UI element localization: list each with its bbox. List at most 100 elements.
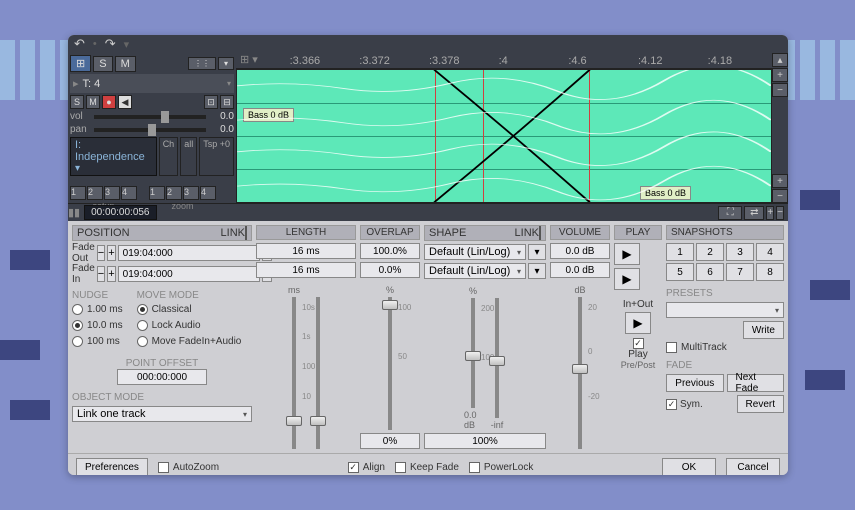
time-ruler[interactable]: ⊞ ▾ :3.366 :3.372 :3.378 :4 :4.6 :4.12 :… — [236, 53, 772, 69]
snapshot-4[interactable]: 4 — [756, 243, 784, 261]
down-icon[interactable]: ▾ — [218, 57, 234, 70]
snapshot-7[interactable]: 7 — [726, 263, 754, 281]
grid-icon[interactable]: ⊞ — [70, 55, 91, 72]
overlap-slider[interactable]: 100 50 — [388, 297, 392, 430]
presets-dropdown[interactable]: ▾ — [666, 302, 784, 318]
play-button-2[interactable]: ▶ — [614, 268, 640, 290]
setup-4[interactable]: 4 — [121, 186, 137, 200]
menu-icon[interactable]: ⋮⋮ — [188, 57, 216, 70]
ch-box[interactable]: Ch — [159, 137, 179, 176]
nudge-10ms[interactable] — [72, 320, 83, 331]
fadeout-input[interactable] — [118, 245, 260, 261]
volume-val2[interactable]: 0.0 dB — [550, 262, 610, 278]
shape-opt2[interactable]: ▾ — [528, 263, 546, 279]
bar-minus[interactable]: − — [776, 206, 784, 220]
volume-slider[interactable]: 20 0 -20 — [578, 297, 582, 449]
snapshot-8[interactable]: 8 — [756, 263, 784, 281]
shape-slider-1[interactable]: 200 100 — [471, 298, 475, 408]
multitrack-check[interactable] — [666, 342, 677, 353]
movemode-movefadein[interactable] — [137, 336, 148, 347]
wave-minus1[interactable]: − — [772, 83, 788, 97]
shape-link-toggle[interactable] — [539, 226, 541, 240]
fadein-input[interactable] — [118, 266, 260, 282]
overlap-pct[interactable]: 0% — [360, 433, 420, 449]
track-opt2[interactable]: ⊟ — [220, 95, 234, 109]
snapshot-1[interactable]: 1 — [666, 243, 694, 261]
autozoom-check[interactable] — [158, 462, 169, 473]
fadeout-plus[interactable]: + — [107, 245, 115, 261]
snapshot-5[interactable]: 5 — [666, 263, 694, 281]
snapshot-3[interactable]: 3 — [726, 243, 754, 261]
length-slider-2[interactable] — [316, 297, 320, 449]
track-record[interactable]: ● — [102, 95, 116, 109]
preset-combo[interactable]: I: Independence ▾ — [70, 137, 157, 176]
snapshot-6[interactable]: 6 — [696, 263, 724, 281]
all-box[interactable]: all — [180, 137, 197, 176]
setup-1[interactable]: 1 — [70, 186, 86, 200]
cancel-button[interactable]: Cancel — [726, 458, 780, 475]
movemode-label: MOVE MODE — [137, 290, 242, 301]
powerlock-check[interactable] — [469, 462, 480, 473]
write-button[interactable]: Write — [743, 321, 784, 339]
previous-button[interactable]: Previous — [666, 374, 724, 392]
wave-plus2[interactable]: + — [772, 174, 788, 188]
length-val2[interactable]: 16 ms — [256, 262, 356, 278]
bar-plus[interactable]: + — [766, 206, 774, 220]
play-button-1[interactable]: ▶ — [614, 243, 640, 265]
overlap-val1[interactable]: 100.0% — [360, 243, 420, 259]
wave-up[interactable]: ▴ — [772, 53, 788, 67]
wave-plus1[interactable]: + — [772, 68, 788, 82]
shape-dd2[interactable]: Default (Lin/Log)▾ — [424, 263, 526, 279]
fit-button[interactable]: ⛶ — [718, 206, 742, 220]
zoom-1[interactable]: 1 — [149, 186, 165, 200]
tsp-box[interactable]: Tsp +0 — [199, 137, 234, 176]
fadein-minus[interactable]: − — [97, 266, 105, 282]
volume-val1[interactable]: 0.0 dB — [550, 243, 610, 259]
track-opt1[interactable]: ⊡ — [204, 95, 218, 109]
undo-button[interactable]: ↶ — [74, 36, 85, 52]
fadeout-minus[interactable]: − — [97, 245, 105, 261]
length-slider-1[interactable]: 10s 1s 100 10 — [292, 297, 296, 449]
setup-2[interactable]: 2 — [87, 186, 103, 200]
length-val1[interactable]: 16 ms — [256, 243, 356, 259]
preferences-button[interactable]: Preferences — [76, 458, 148, 475]
wave-minus2[interactable]: − — [772, 189, 788, 203]
ok-button[interactable]: OK — [662, 458, 716, 475]
movemode-lockaudio[interactable] — [137, 320, 148, 331]
zoom-2[interactable]: 2 — [166, 186, 182, 200]
overlap-val2[interactable]: 0.0% — [360, 262, 420, 278]
zoom-3[interactable]: 3 — [183, 186, 199, 200]
keepfade-check[interactable] — [395, 462, 406, 473]
movemode-classical[interactable] — [137, 304, 148, 315]
redo-button[interactable]: ↷ — [105, 36, 116, 52]
position-link-toggle[interactable] — [245, 226, 247, 240]
objectmode-dropdown[interactable]: Link one track▾ — [72, 406, 252, 422]
play-inout-button[interactable]: ▶ — [625, 312, 651, 334]
setup-3[interactable]: 3 — [104, 186, 120, 200]
track-mute[interactable]: M — [86, 95, 100, 109]
vol-slider[interactable] — [94, 115, 206, 119]
solo-global[interactable]: S — [93, 56, 112, 72]
nudge-1ms[interactable] — [72, 304, 83, 315]
play-prepost-check[interactable] — [633, 338, 644, 349]
track-header[interactable]: ▸ T: 4 ▾ — [70, 74, 234, 93]
shape-opt1[interactable]: ▾ — [528, 244, 546, 260]
fadein-plus[interactable]: + — [107, 266, 115, 282]
zoom-4[interactable]: 4 — [200, 186, 216, 200]
shape-dd1[interactable]: Default (Lin/Log)▾ — [424, 244, 526, 260]
sym-check[interactable] — [666, 399, 677, 410]
shape-slider-2[interactable] — [495, 298, 499, 418]
shape-pct[interactable]: 100% — [424, 433, 546, 449]
nextfade-button[interactable]: Next Fade — [727, 374, 785, 392]
revert-button[interactable]: Revert — [737, 395, 784, 413]
mute-global[interactable]: M — [115, 56, 136, 72]
snapshot-2[interactable]: 2 — [696, 243, 724, 261]
swap-button[interactable]: ⇄ — [744, 206, 764, 220]
align-check[interactable] — [348, 462, 359, 473]
pan-slider[interactable] — [94, 128, 206, 132]
waveform-canvas[interactable]: Bass 0 dB Bass 0 dB — [236, 69, 772, 203]
pointoffset-input[interactable] — [117, 369, 207, 385]
track-solo[interactable]: S — [70, 95, 84, 109]
track-monitor[interactable]: ◀ — [118, 95, 132, 109]
nudge-100ms[interactable] — [72, 336, 83, 347]
